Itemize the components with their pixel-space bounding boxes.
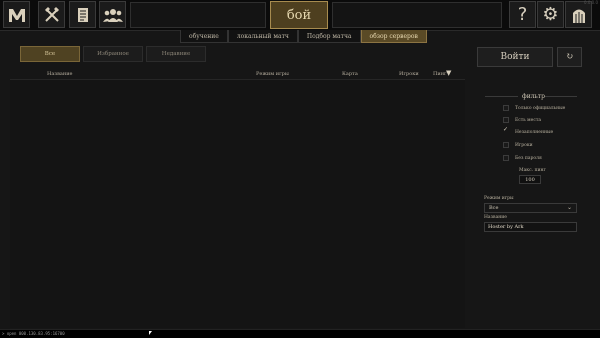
tab-matchmaking[interactable]: Подбор матча [297,30,361,43]
filter-official-only[interactable]: Только официальные [503,104,565,112]
max-ping-input[interactable]: 100 [519,175,541,184]
scroll-icon[interactable] [69,1,96,28]
name-filter-value: Hoster by Ark [488,224,524,230]
divider [545,96,577,97]
server-filter-tabs: Все Избранное Недавние [20,46,206,62]
filter-has-slots[interactable]: Есть места [503,116,541,124]
checkbox[interactable] [503,155,509,161]
game-mode-value: Все [489,205,499,211]
tab-server-browser[interactable]: обзор серверов [360,30,427,43]
join-label: Войти [500,52,530,62]
checkbox-label: Без пароля [515,155,542,161]
join-button[interactable]: Войти [477,47,553,67]
tab-favorites[interactable]: Избранное [83,46,143,62]
column-ping[interactable]: Пинг [433,71,447,77]
column-players[interactable]: Игроки [399,71,419,77]
filter-title: фильтр [522,93,545,100]
divider [485,96,518,97]
tab-label: Недавние [161,51,191,57]
game-mode-select[interactable]: Все ⌄ [484,203,577,213]
column-map[interactable]: Карта [342,71,358,77]
checkbox-label: Незаполненные [515,129,554,135]
mode-tabs: обучение локальный матч Подбор матча обз… [180,30,427,43]
checkbox[interactable]: ✓ [503,126,509,135]
filter-not-full[interactable]: ✓ Незаполненные [503,126,554,136]
tab-recent[interactable]: Недавние [146,46,206,62]
tab-label: Избранное [97,51,129,57]
tab-label: обучение [189,32,219,40]
mouse-cursor-icon [149,331,152,335]
help-icon[interactable]: ? [509,1,536,28]
filter-no-password[interactable]: Без пароля [503,154,542,162]
max-ping-label: Макс. пинг [519,168,546,173]
check-icon: ✓ [503,126,509,133]
tab-all[interactable]: Все [20,46,80,62]
refresh-icon[interactable]: ↻ [557,47,582,67]
sort-down-icon[interactable]: ▼ [446,69,451,77]
gear-icon[interactable]: ⚙ [537,1,564,28]
tab-local-match[interactable]: локальный матч [227,30,298,43]
column-game-mode[interactable]: Режим игры [256,71,289,77]
name-filter-label: Название [484,215,507,220]
top-bar-slot-right [332,2,502,28]
name-filter-input[interactable]: Hoster by Ark [484,222,577,232]
tab-label: Все [44,51,56,57]
server-list-header: Название Режим игры Карта Игроки Пинг ▼ [10,69,465,80]
checkbox[interactable] [503,117,509,123]
console-text: > open 000.130.83.95:16700 [2,331,65,336]
server-list[interactable] [10,80,465,328]
checkbox-label: Только официальные [515,105,566,111]
tab-label: Подбор матча [306,32,352,40]
tab-label: локальный матч [236,32,289,40]
fight-button[interactable]: бой [270,1,328,29]
fight-label: бой [286,7,312,23]
top-bar-slot-left [130,2,266,28]
checkbox[interactable] [503,142,509,148]
version-text: 0.0.0.0 [584,0,598,5]
chevron-down-icon: ⌄ [566,204,572,211]
checkbox-label: Есть места [515,117,542,123]
checkbox[interactable] [503,105,509,111]
max-ping-value: 100 [525,176,535,183]
game-mode-label: Режим игры [484,196,514,201]
group-icon[interactable] [99,1,126,28]
top-bar: бой ? ⚙ 0.0.0.0 [0,0,600,31]
filter-players[interactable]: Игроки [503,141,533,149]
column-name[interactable]: Название [47,71,73,77]
tab-label: обзор серверов [369,32,418,40]
exit-door-icon[interactable] [565,1,592,28]
game-logo-icon[interactable] [3,1,30,28]
tab-tutorial[interactable]: обучение [180,30,228,43]
checkbox-label: Игроки [515,142,533,148]
crossed-axes-icon[interactable] [38,1,65,28]
